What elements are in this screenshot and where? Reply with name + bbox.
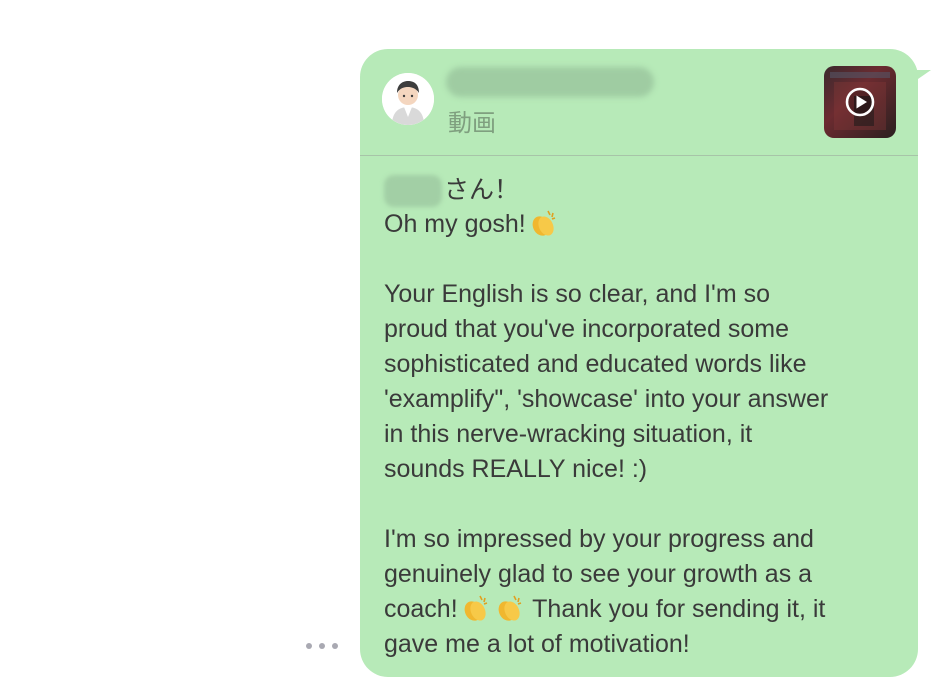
line-text: genuinely glad to see your growth as a — [384, 560, 813, 588]
header-divider — [360, 155, 918, 156]
message-line: proud that you've incorporated some — [384, 312, 904, 347]
quoted-reply-preview[interactable]: 動画 — [360, 49, 918, 155]
clapping-hands-icon — [498, 595, 521, 621]
line-text: gave me a lot of motivation! — [384, 630, 690, 658]
quoted-media-type-label: 動画 — [448, 109, 496, 137]
message-line: sounds REALLY nice! :) — [384, 452, 904, 487]
line-text: Your English is so clear, and I'm so — [384, 280, 770, 308]
line-text: Oh my gosh! — [384, 210, 526, 238]
clapping-hands-icon — [464, 595, 487, 621]
line-text: 'examplify", 'showcase' into your answer — [384, 385, 829, 413]
blurred-recipient-name — [384, 175, 442, 208]
message-line: coach! Thank you for sending it, it — [384, 592, 904, 627]
message-line: genuinely glad to see your growth as a — [384, 557, 904, 592]
message-line: sophisticated and educated words like — [384, 347, 904, 382]
message-line — [384, 487, 904, 522]
line-text: sounds REALLY nice! :) — [384, 455, 648, 483]
message-text: さん！ Oh my gosh! Your English is so clear… — [384, 172, 904, 662]
person-avatar-icon — [382, 73, 434, 125]
message-line: I'm so impressed by your progress and — [384, 522, 904, 557]
message-line: 'examplify", 'showcase' into your answer — [384, 382, 904, 417]
greeting-line: さん！ — [384, 172, 904, 208]
more-dots-icon[interactable] — [304, 640, 340, 652]
message-bubble[interactable]: 動画 さん！ Oh my gosh! Your English is so cl… — [360, 49, 918, 677]
line-text: proud that you've incorporated some — [384, 315, 790, 343]
message-line: Oh my gosh! — [384, 207, 904, 242]
bubble-tail — [905, 70, 931, 88]
message-line: gave me a lot of motivation! — [384, 627, 904, 662]
line-text: coach! — [384, 595, 458, 623]
message-line: in this nerve-wracking situation, it — [384, 417, 904, 452]
blurred-sender-name — [446, 67, 654, 97]
line-text: in this nerve-wracking situation, it — [384, 420, 753, 448]
play-icon[interactable] — [844, 86, 876, 118]
line-text: sophisticated and educated words like — [384, 350, 807, 378]
clapping-hands-icon — [532, 210, 555, 236]
line-text: I'm so impressed by your progress and — [384, 525, 814, 553]
video-thumbnail[interactable] — [824, 66, 896, 138]
greeting-suffix: さん！ — [444, 175, 520, 204]
line-text: Thank you for sending it, it — [525, 595, 826, 623]
message-line — [384, 242, 904, 277]
message-line: Your English is so clear, and I'm so — [384, 277, 904, 312]
